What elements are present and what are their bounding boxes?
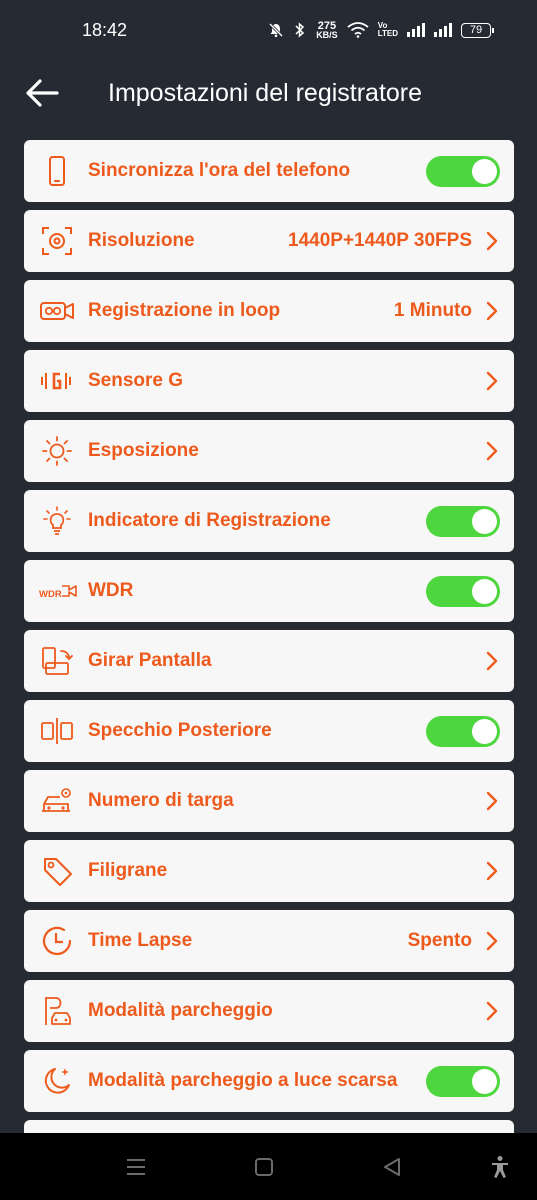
sun-icon — [42, 436, 72, 466]
setting-row-watermark[interactable]: Filigrane — [24, 840, 514, 902]
back-arrow-icon — [26, 79, 59, 107]
setting-label: Sincronizza l'ora del telefono — [88, 160, 351, 181]
chevron-right-icon — [486, 1001, 498, 1021]
chevron-right-icon — [486, 861, 498, 881]
home-icon[interactable] — [252, 1155, 276, 1179]
menu-icon[interactable] — [124, 1155, 148, 1179]
volte-bottom: LTED — [377, 29, 398, 38]
low-light-parking-toggle[interactable] — [426, 1066, 500, 1097]
wdr-icon: WDR — [39, 585, 77, 600]
setting-row-wdr[interactable]: WDR WDR — [24, 560, 514, 622]
setting-label: WDR — [88, 580, 134, 601]
signal-bars-sim1-icon — [407, 23, 425, 37]
accessibility-icon[interactable] — [488, 1155, 512, 1179]
setting-label: Modalità parcheggio — [88, 1000, 273, 1021]
setting-label: Time Lapse — [88, 930, 193, 951]
status-icons: 275 KB/S Vo LTED 79 — [268, 21, 494, 40]
moon-icon — [44, 1068, 70, 1094]
setting-value: 1440P+1440P 30FPS — [288, 230, 472, 251]
setting-row-resolution[interactable]: Risoluzione 1440P+1440P 30FPS — [24, 210, 514, 272]
network-speed-unit: KB/S — [316, 30, 338, 40]
clock-icon — [42, 926, 72, 956]
rotate-screen-icon — [42, 647, 73, 675]
lightbulb-icon — [43, 506, 71, 535]
setting-row-loop-recording[interactable]: Registrazione in loop 1 Minuto — [24, 280, 514, 342]
chevron-right-icon — [486, 441, 498, 461]
network-speed: 275 KB/S — [316, 21, 338, 40]
phone-icon — [49, 156, 65, 186]
recording-indicator-toggle[interactable] — [426, 506, 500, 537]
setting-value: Spento — [407, 930, 472, 951]
setting-label: Risoluzione — [88, 230, 195, 251]
setting-row-sync-time[interactable]: Sincronizza l'ora del telefono — [24, 140, 514, 202]
battery-icon: 79 — [461, 22, 494, 38]
settings-list: Sincronizza l'ora del telefono Risoluzio… — [24, 140, 514, 1133]
setting-label: Modalità parcheggio a luce scarsa — [88, 1070, 398, 1091]
clock-time: 18:42 — [82, 20, 128, 40]
chevron-right-icon — [486, 301, 498, 321]
sync-time-toggle[interactable] — [426, 156, 500, 187]
setting-row-parking-mode[interactable]: Modalità parcheggio — [24, 980, 514, 1042]
camera-focus-icon — [42, 227, 72, 255]
setting-row-rotate-screen[interactable]: Girar Pantalla — [24, 630, 514, 692]
page-title: Impostazioni del registratore — [108, 79, 423, 107]
mute-bell-icon — [269, 22, 284, 38]
setting-row-rear-mirror[interactable]: Specchio Posteriore — [24, 700, 514, 762]
system-nav-bar — [0, 1133, 537, 1200]
battery-level: 79 — [469, 23, 483, 36]
setting-value: 1 Minuto — [393, 300, 472, 321]
setting-label: Girar Pantalla — [88, 650, 212, 671]
parking-icon — [45, 997, 71, 1025]
setting-label: Numero di targa — [88, 790, 234, 811]
setting-row-recording-indicator[interactable]: Indicatore di Registrazione — [24, 490, 514, 552]
g-sensor-icon — [41, 372, 71, 390]
chevron-right-icon — [486, 371, 498, 391]
setting-label: Specchio Posteriore — [88, 720, 272, 741]
wifi-icon — [347, 22, 369, 38]
car-settings-icon — [42, 788, 71, 812]
setting-row-low-light-parking[interactable]: Modalità parcheggio a luce scarsa — [24, 1050, 514, 1112]
status-bar: 18:42 275 KB/S Vo LTED 79 — [0, 0, 537, 62]
wdr-icon-text: WDR — [39, 589, 62, 600]
tag-icon — [44, 858, 72, 886]
chevron-right-icon — [486, 231, 498, 251]
volte-indicator: Vo LTED — [378, 22, 398, 38]
mirror-icon — [41, 718, 73, 744]
chevron-right-icon — [486, 791, 498, 811]
setting-row-partial[interactable] — [24, 1120, 514, 1133]
back-nav-icon[interactable] — [380, 1155, 404, 1179]
setting-row-time-lapse[interactable]: Time Lapse Spento — [24, 910, 514, 972]
bluetooth-icon — [295, 22, 305, 38]
setting-row-plate-number[interactable]: Numero di targa — [24, 770, 514, 832]
loop-record-icon — [40, 302, 74, 320]
setting-row-exposure[interactable]: Esposizione — [24, 420, 514, 482]
signal-bars-sim2-icon — [434, 23, 452, 37]
setting-row-g-sensor[interactable]: Sensore G — [24, 350, 514, 412]
back-button[interactable] — [24, 76, 60, 110]
setting-label: Sensore G — [88, 370, 184, 391]
chevron-right-icon — [486, 651, 498, 671]
setting-label: Filigrane — [88, 860, 168, 881]
wdr-toggle[interactable] — [426, 576, 500, 607]
setting-label: Indicatore di Registrazione — [88, 510, 331, 531]
chevron-right-icon — [486, 931, 498, 951]
setting-label: Registrazione in loop — [88, 300, 281, 321]
app-header: Impostazioni del registratore — [0, 62, 537, 124]
setting-label: Esposizione — [88, 440, 199, 461]
rear-mirror-toggle[interactable] — [426, 716, 500, 747]
